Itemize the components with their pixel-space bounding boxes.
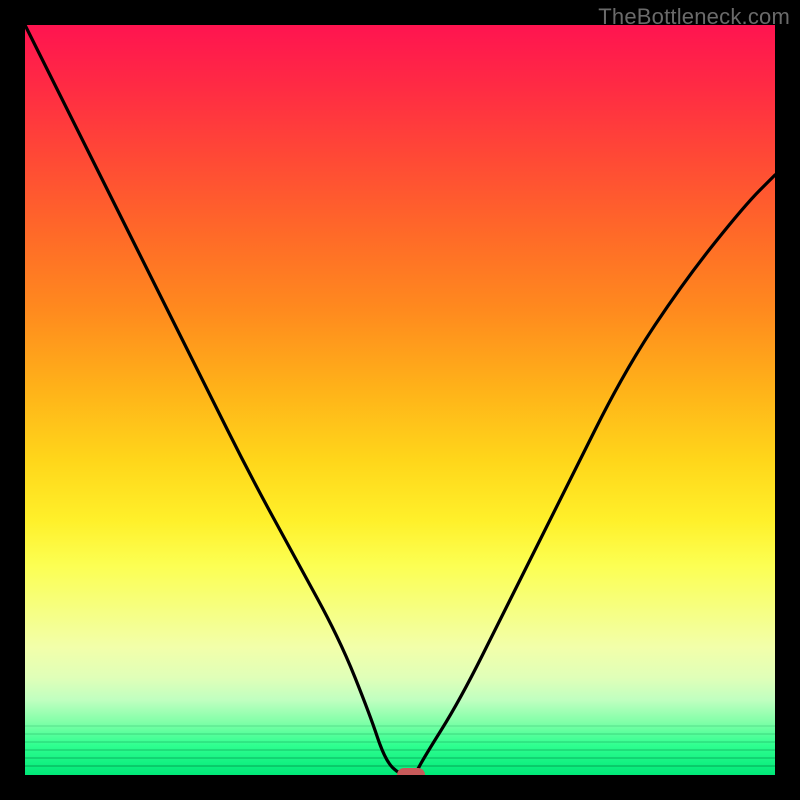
curve-svg <box>25 25 775 775</box>
plot-area <box>25 25 775 775</box>
bottleneck-curve <box>25 25 775 775</box>
chart-frame: TheBottleneck.com <box>0 0 800 800</box>
optimum-marker <box>397 768 425 775</box>
watermark-text: TheBottleneck.com <box>598 4 790 30</box>
